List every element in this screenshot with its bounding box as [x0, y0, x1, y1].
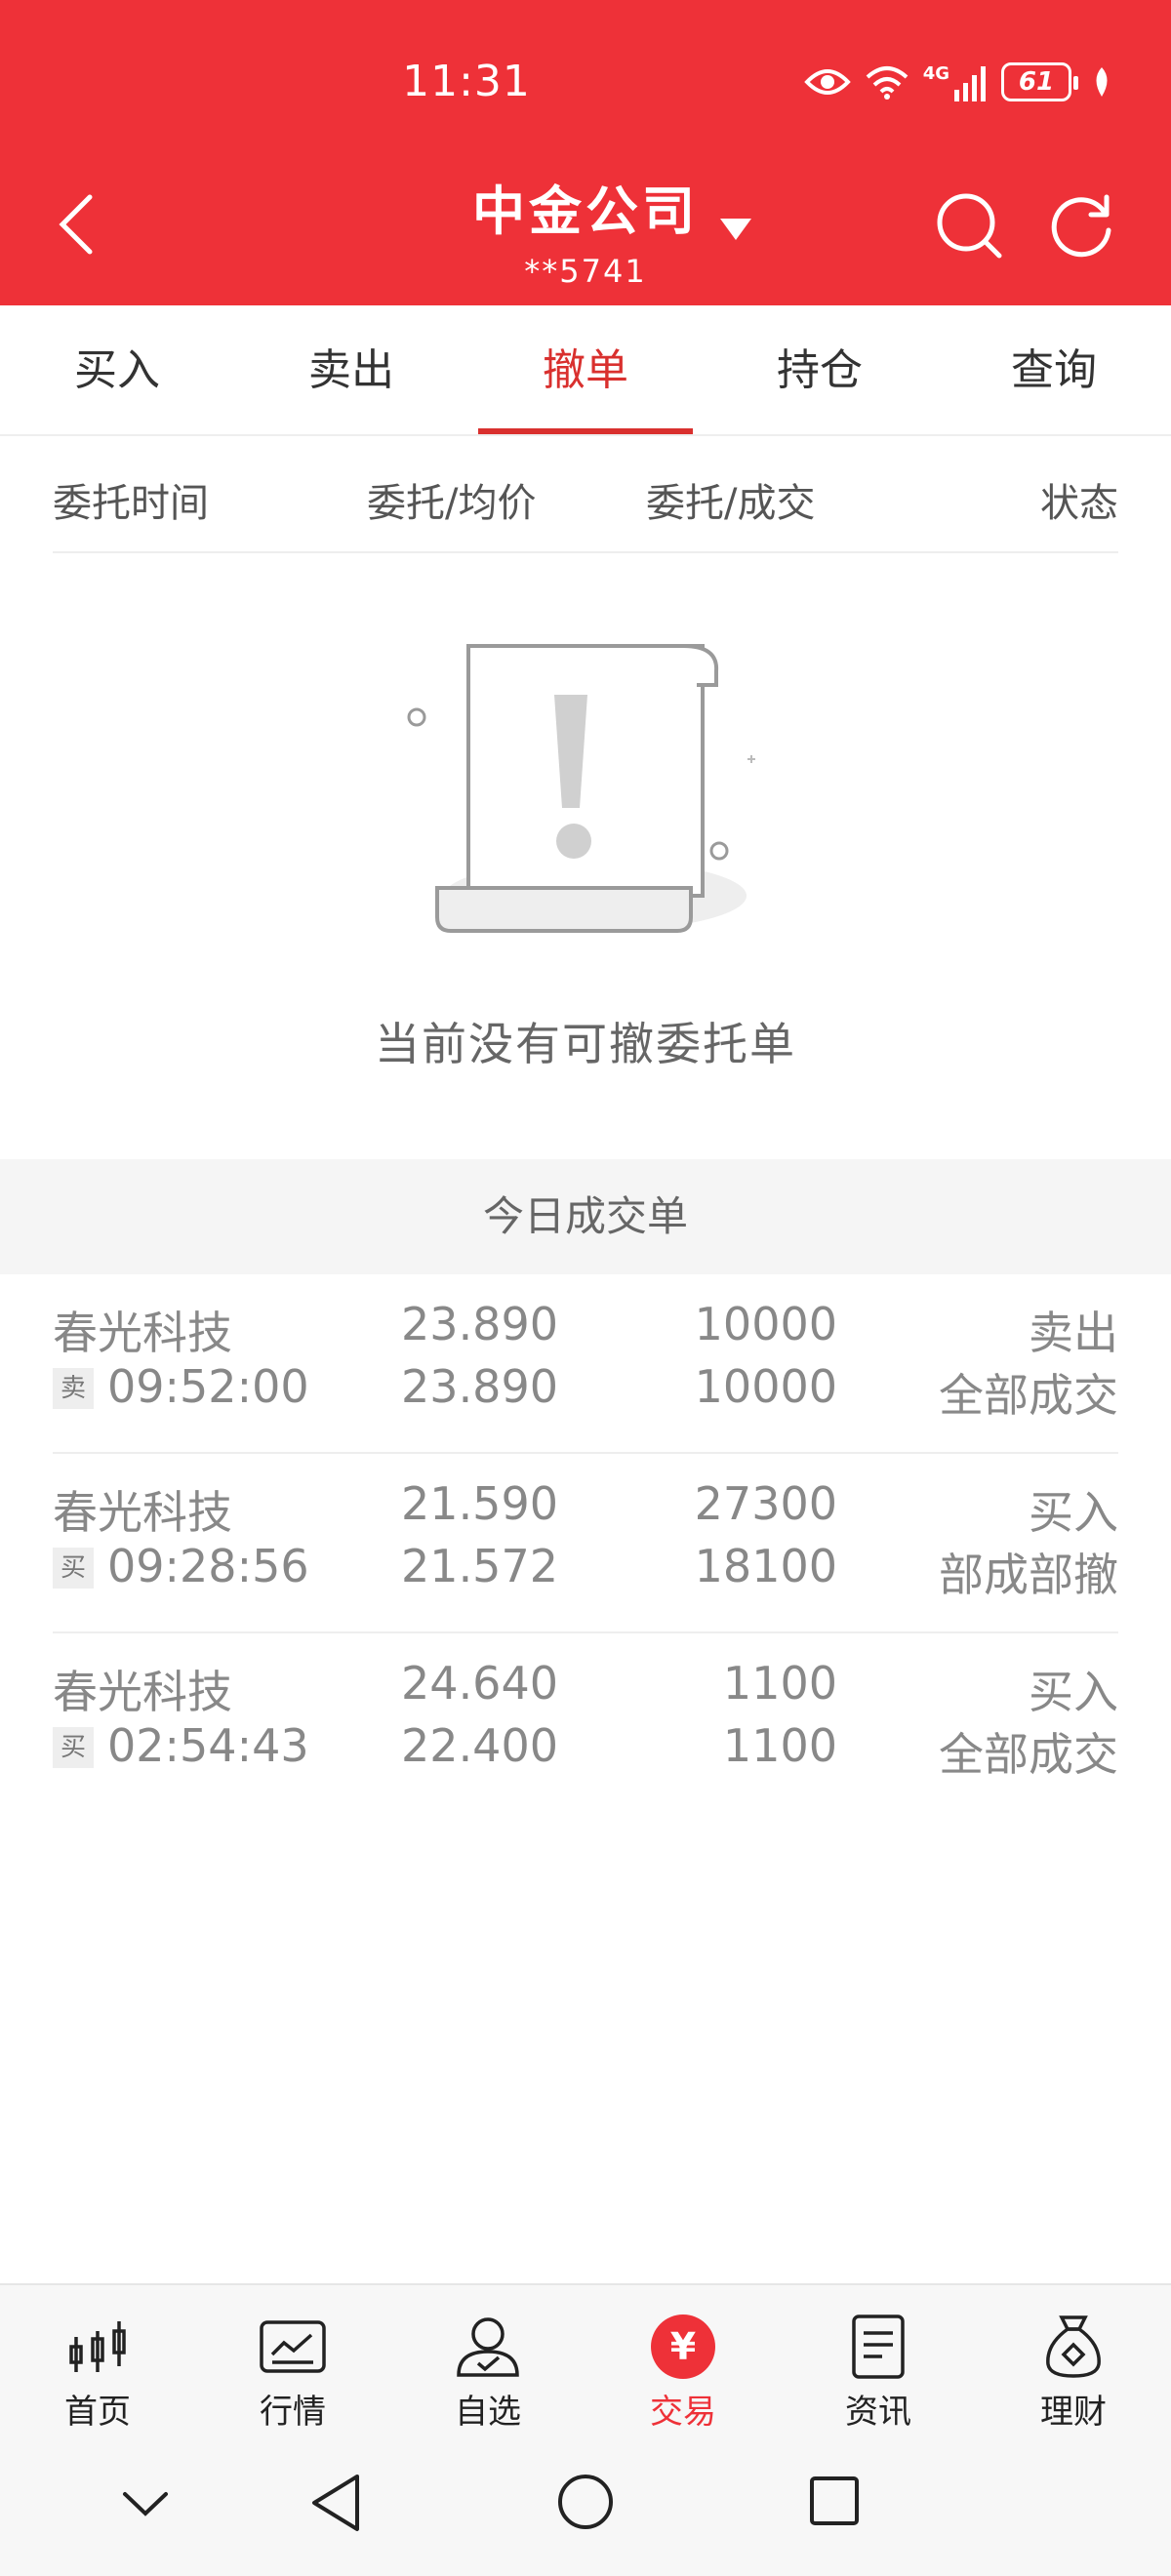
- nav-label-news: 资讯: [845, 2393, 911, 2432]
- system-nav-bar: [0, 2439, 1171, 2576]
- status-icons: 4G 61: [803, 62, 1112, 101]
- status-time: 11:31: [402, 57, 531, 106]
- deal-status: 全部成交: [939, 1369, 1118, 1422]
- nav-label-home: 首页: [64, 2393, 131, 2432]
- user-check-icon: [457, 2317, 519, 2377]
- document-icon: [852, 2314, 905, 2379]
- chart-icon: [260, 2320, 326, 2373]
- side-badge: 卖: [53, 1368, 94, 1409]
- avg-price: 23.890: [401, 1360, 558, 1413]
- side-badge: 买: [53, 1548, 94, 1589]
- col-order-qty: 委托/成交: [646, 481, 816, 526]
- stock-name: 春光科技: [53, 1666, 232, 1718]
- trade-tabs: 买入 卖出 撤单 持仓 查询: [0, 305, 1171, 436]
- search-button[interactable]: [935, 191, 1005, 265]
- table-row[interactable]: 春光科技 卖 09:52:00 23.890 23.890 10000 1000…: [53, 1274, 1118, 1454]
- battery-level: 61: [1018, 67, 1055, 97]
- nav-item-home[interactable]: 首页: [0, 2285, 195, 2439]
- section-title: 今日成交单: [0, 1159, 1171, 1274]
- app-header: 11:31 4G 61 中金公司 **5741: [0, 0, 1171, 305]
- table-row[interactable]: 春光科技 买 09:28:56 21.590 21.572 27300 1810…: [53, 1454, 1118, 1633]
- tab-positions[interactable]: 持仓: [703, 305, 937, 434]
- signal-4g: 4G: [923, 63, 988, 101]
- tab-query[interactable]: 查询: [937, 305, 1171, 434]
- chevron-down-icon[interactable]: [121, 2490, 170, 2519]
- wifi-icon: [866, 66, 909, 100]
- nav-label-watchlist: 自选: [455, 2393, 521, 2432]
- back-triangle-icon[interactable]: [308, 2473, 363, 2533]
- trade-direction: 卖出: [1029, 1307, 1118, 1359]
- avg-price: 21.572: [401, 1540, 558, 1592]
- dropdown-triangle-icon[interactable]: [718, 217, 753, 242]
- nav-item-wealth[interactable]: 理财: [976, 2285, 1171, 2439]
- order-price: 21.590: [401, 1477, 558, 1530]
- deal-time: 09:52:00: [107, 1360, 309, 1413]
- table-row[interactable]: 春光科技 买 02:54:43 24.640 22.400 1100 1100 …: [53, 1633, 1118, 1813]
- home-circle-icon[interactable]: [556, 2473, 615, 2531]
- recents-square-icon[interactable]: [808, 2475, 861, 2527]
- network-type: 4G: [922, 62, 949, 84]
- deal-status: 全部成交: [939, 1728, 1118, 1781]
- nav-item-news[interactable]: 资讯: [781, 2285, 976, 2439]
- col-order-price: 委托/均价: [367, 481, 537, 526]
- trade-direction: 买入: [1029, 1486, 1118, 1539]
- filled-qty: 1100: [722, 1719, 837, 1772]
- empty-state-text: 当前没有可撤委托单: [375, 1018, 796, 1070]
- bottom-nav: 首页 行情 自选 ¥ 交易 资讯 理财: [0, 2283, 1171, 2439]
- order-qty: 10000: [694, 1298, 837, 1350]
- leaf-icon: [1096, 67, 1108, 97]
- candlestick-icon: [69, 2321, 126, 2372]
- side-badge: 买: [53, 1727, 94, 1768]
- money-bag-icon: [1046, 2315, 1101, 2378]
- order-price: 23.890: [401, 1298, 558, 1350]
- battery-indicator: 61: [1001, 62, 1078, 101]
- nav-item-trade[interactable]: ¥ 交易: [586, 2285, 781, 2439]
- trade-direction: 买入: [1029, 1666, 1118, 1718]
- order-price: 24.640: [401, 1657, 558, 1710]
- nav-label-trade: 交易: [650, 2393, 716, 2432]
- tab-buy[interactable]: 买入: [0, 305, 234, 434]
- eye-icon: [803, 69, 851, 95]
- nav-item-market[interactable]: 行情: [195, 2285, 390, 2439]
- avg-price: 22.400: [401, 1719, 558, 1772]
- refresh-icon: [1051, 194, 1111, 258]
- tab-cancel-order[interactable]: 撤单: [468, 305, 703, 434]
- empty-notice-illustration: [407, 643, 755, 933]
- filled-qty: 10000: [694, 1360, 837, 1413]
- yen-icon: ¥: [651, 2314, 715, 2379]
- stock-name: 春光科技: [53, 1486, 232, 1539]
- order-column-header: 委托时间 委托/均价 委托/成交 状态: [53, 436, 1118, 553]
- filled-qty: 18100: [694, 1540, 837, 1592]
- tab-sell[interactable]: 卖出: [234, 305, 468, 434]
- deal-status: 部成部撤: [939, 1549, 1118, 1601]
- deal-time: 02:54:43: [107, 1719, 309, 1772]
- deal-time: 09:28:56: [107, 1540, 309, 1592]
- order-qty: 27300: [694, 1477, 837, 1530]
- yen-symbol: ¥: [669, 2325, 697, 2368]
- col-order-time: 委托时间: [53, 481, 209, 526]
- refresh-button[interactable]: [1048, 191, 1116, 263]
- search-icon: [937, 193, 1002, 259]
- col-status: 状态: [1040, 481, 1118, 526]
- stock-name: 春光科技: [53, 1307, 232, 1359]
- nav-label-wealth: 理财: [1040, 2393, 1107, 2432]
- order-qty: 1100: [722, 1657, 837, 1710]
- nav-label-market: 行情: [260, 2393, 326, 2432]
- signal-icon: [954, 65, 986, 101]
- nav-item-watchlist[interactable]: 自选: [390, 2285, 586, 2439]
